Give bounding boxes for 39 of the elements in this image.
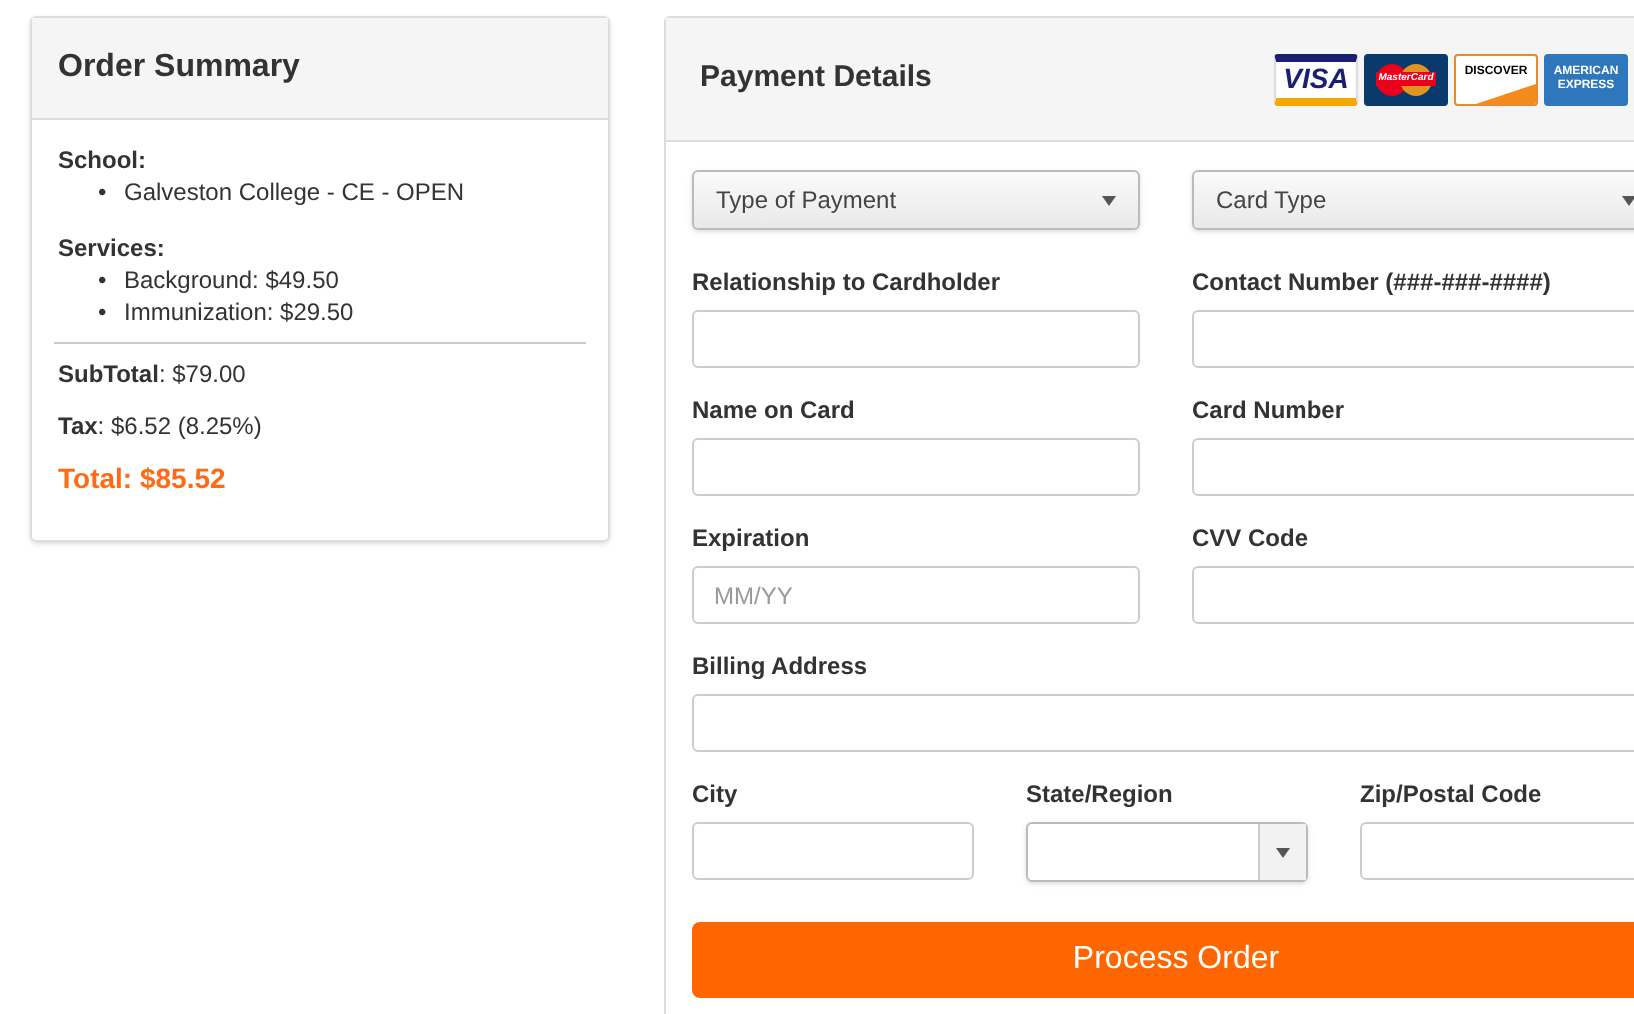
bullet: • <box>98 264 109 296</box>
input-field[interactable] <box>1192 438 1634 496</box>
card-title: Payment Details <box>700 58 934 99</box>
field-label: Card Number <box>1192 396 1347 424</box>
caret-icon <box>1102 195 1116 205</box>
visa-logo: VISA <box>1274 53 1358 105</box>
field-label: State/Region <box>1026 780 1175 808</box>
card-title: Order Summary <box>58 48 300 88</box>
field-label: City <box>692 780 740 808</box>
caret-icon <box>1622 195 1634 205</box>
field-label: Relationship to Cardholder <box>692 268 1003 296</box>
list-item: Immunization: $29.50 <box>124 296 354 328</box>
input-field[interactable] <box>692 822 974 880</box>
total-text: Total: $85.52 <box>58 460 228 496</box>
section-label: Services: <box>58 232 167 264</box>
select-field[interactable]: Type of Payment <box>692 170 1140 230</box>
field-label: Zip/Postal Code <box>1360 780 1544 808</box>
field-label: Name on Card <box>692 396 857 424</box>
list-item: Galveston College - CE - OPEN <box>124 176 465 208</box>
bullet: • <box>98 296 109 328</box>
field-label: Billing Address <box>692 652 870 680</box>
input-field[interactable] <box>1192 566 1634 624</box>
input-field[interactable] <box>692 438 1140 496</box>
input-field[interactable] <box>1192 310 1634 368</box>
field-label: Contact Number (###-###-####) <box>1192 268 1553 296</box>
section-label: School: <box>58 144 148 176</box>
bullet: • <box>98 176 109 208</box>
select-field[interactable]: Card Type <box>1192 170 1634 230</box>
input-field[interactable] <box>1360 822 1634 880</box>
caret-icon <box>1276 847 1290 857</box>
select-field[interactable] <box>1026 822 1308 882</box>
field-label: Expiration <box>692 524 812 552</box>
tax-text: Tax: $6.52 (8.25%) <box>58 410 264 442</box>
field-label: CVV Code <box>1192 524 1311 552</box>
input-field[interactable] <box>692 694 1634 752</box>
subtotal-text: SubTotal: $79.00 <box>58 358 248 390</box>
input-field[interactable] <box>692 310 1140 368</box>
input-field[interactable]: MM/YY <box>692 566 1140 624</box>
list-item: Background: $49.50 <box>124 264 339 296</box>
